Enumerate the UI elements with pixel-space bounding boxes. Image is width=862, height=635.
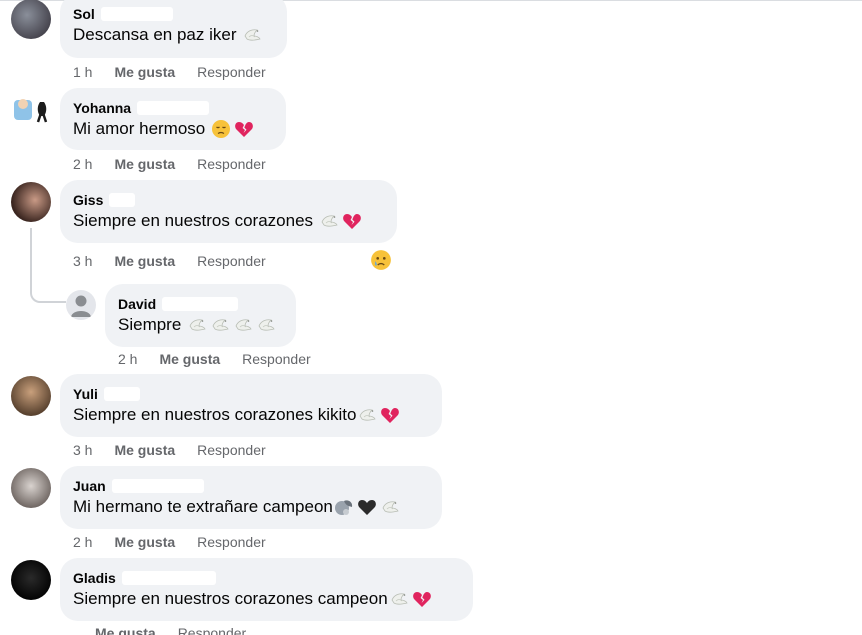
crying-face-icon[interactable] — [370, 249, 392, 271]
dove-icon — [187, 315, 207, 335]
like-button[interactable]: Me gusta — [95, 624, 156, 635]
avatar[interactable] — [11, 182, 51, 222]
reply-button[interactable]: Responder — [178, 624, 247, 635]
comment-text: Descansa en paz iker — [73, 25, 237, 44]
like-button[interactable]: Me gusta — [114, 155, 175, 173]
sad-face-icon — [211, 119, 231, 139]
comment-timestamp[interactable]: 2 h — [118, 350, 137, 368]
default-avatar-icon — [71, 295, 91, 317]
dove-icon — [357, 405, 377, 425]
like-button[interactable]: Me gusta — [114, 252, 175, 270]
comment-bubble: Juan Mi hermano te extrañare campeon — [60, 466, 442, 529]
comment-text: Siempre en nuestros corazones — [73, 211, 314, 230]
comment-timestamp[interactable]: 3 h — [73, 252, 92, 270]
redacted-name — [100, 7, 173, 21]
comment-author[interactable]: Sol — [73, 5, 95, 23]
redacted-name — [109, 193, 136, 207]
comment-text: Siempre — [118, 315, 182, 334]
avatar[interactable] — [11, 468, 51, 508]
comment-text: Siempre en nuestros corazones kikito — [73, 405, 357, 424]
comment-bubble: Giss Siempre en nuestros corazones — [60, 180, 397, 243]
comment-author[interactable]: David — [118, 295, 156, 313]
redacted-name — [111, 479, 204, 493]
comment-author[interactable]: Yuli — [73, 385, 98, 403]
comment-author[interactable]: Gladis — [73, 569, 116, 587]
avatar[interactable] — [11, 376, 51, 416]
comment-author[interactable]: Yohanna — [73, 99, 131, 117]
broken-heart-icon — [342, 211, 362, 231]
weary-face-icon — [334, 497, 354, 517]
comment-actions: 3 h Me gusta Responder — [73, 441, 266, 459]
avatar-picture — [14, 99, 48, 123]
broken-heart-icon — [234, 119, 254, 139]
comment-bubble: Gladis Siempre en nuestros corazones cam… — [60, 558, 473, 621]
reply-button[interactable]: Responder — [197, 155, 266, 173]
comment-actions: 2 h Me gusta Responder — [73, 155, 266, 173]
reply-button[interactable]: Responder — [197, 252, 266, 270]
comment-text: Mi hermano te extrañare campeon — [73, 497, 333, 516]
redacted-name — [121, 571, 216, 585]
reply-button[interactable]: Responder — [197, 441, 266, 459]
avatar[interactable] — [11, 90, 51, 130]
like-button[interactable]: Me gusta — [114, 441, 175, 459]
like-button[interactable]: Me gusta — [114, 533, 175, 551]
broken-heart-icon — [412, 589, 432, 609]
comment-bubble: Yuli Siempre en nuestros corazones kikit… — [60, 374, 442, 437]
broken-heart-icon — [380, 405, 400, 425]
reply-button[interactable]: Responder — [197, 533, 266, 551]
comment-actions: 3 h Me gusta Responder — [73, 252, 266, 270]
reply-button[interactable]: Responder — [197, 63, 266, 81]
dove-icon — [380, 497, 400, 517]
dove-icon — [256, 315, 276, 335]
comment-actions: 2 h Me gusta Responder — [118, 350, 311, 368]
dove-icon — [233, 315, 253, 335]
comment-bubble: Sol Descansa en paz iker — [60, 0, 287, 58]
comment-timestamp[interactable]: 3 h — [73, 441, 92, 459]
dove-icon — [242, 25, 262, 45]
dove-icon — [210, 315, 230, 335]
avatar[interactable] — [11, 0, 51, 39]
redacted-name — [103, 387, 140, 401]
comment-author[interactable]: Juan — [73, 477, 106, 495]
comment-text: Mi amor hermoso — [73, 119, 206, 138]
comment-bubble: Yohanna Mi amor hermoso — [60, 88, 286, 150]
avatar[interactable] — [11, 560, 51, 600]
like-button[interactable]: Me gusta — [114, 63, 175, 81]
redacted-name — [162, 297, 239, 311]
avatar[interactable] — [66, 290, 96, 320]
comment-timestamp[interactable]: 1 h — [73, 63, 92, 81]
comment-author[interactable]: Giss — [73, 191, 103, 209]
reply-button[interactable]: Responder — [242, 350, 311, 368]
comment-actions: 2 h Me gusta Responder — [73, 533, 266, 551]
comment-bubble: David Siempre — [105, 284, 296, 347]
dove-icon — [389, 589, 409, 609]
comment-timestamp[interactable]: 2 h — [73, 155, 92, 173]
black-heart-icon — [357, 497, 377, 517]
redacted-name — [137, 101, 210, 115]
comment-actions: Me gusta Responder — [73, 624, 246, 635]
comment-actions: 1 h Me gusta Responder — [73, 63, 266, 81]
reply-thread-line — [30, 228, 66, 303]
dove-icon — [319, 211, 339, 231]
comment-timestamp[interactable]: 2 h — [73, 533, 92, 551]
comment-text: Siempre en nuestros corazones campeon — [73, 589, 388, 608]
like-button[interactable]: Me gusta — [159, 350, 220, 368]
